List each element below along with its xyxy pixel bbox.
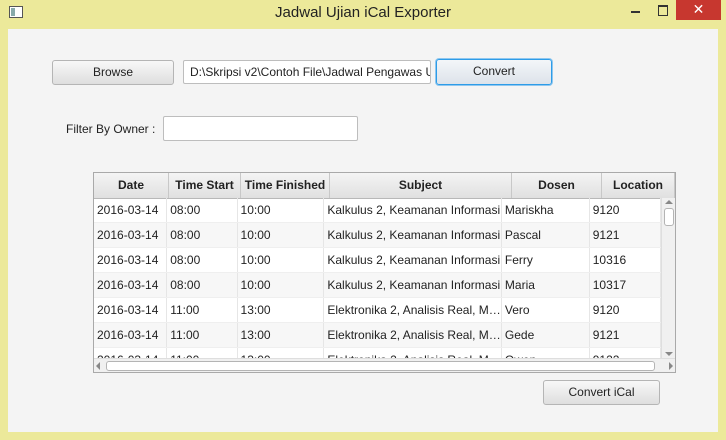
table-cell: 2016-03-14 <box>94 323 168 347</box>
scroll-right-icon[interactable] <box>669 362 673 370</box>
table-cell: Vero <box>502 298 590 322</box>
table-cell: Ferry <box>502 248 590 272</box>
table-cell: 13:00 <box>238 298 325 322</box>
table-cell: Kalkulus 2, Keamanan Informasi <box>324 248 502 272</box>
file-path-field[interactable]: D:\Skripsi v2\Contoh File\Jadwal Pengawa… <box>183 60 431 84</box>
table-cell: 10317 <box>590 273 661 297</box>
table-cell: 9120 <box>590 198 661 222</box>
table-cell: 2016-03-14 <box>94 198 168 222</box>
table-row[interactable]: 2016-03-1411:0013:00Elektronika 2, Anali… <box>94 348 661 358</box>
table-cell: 11:00 <box>167 298 238 322</box>
table-cell: 2016-03-14 <box>94 348 168 358</box>
table-cell: 13:00 <box>238 348 325 358</box>
table-cell: 11:00 <box>167 348 238 358</box>
main-panel: Browse D:\Skripsi v2\Contoh File\Jadwal … <box>8 29 718 432</box>
table-cell: Maria <box>502 273 590 297</box>
table-cell: 10:00 <box>238 248 325 272</box>
table-cell: Kalkulus 2, Keamanan Informasi <box>324 198 502 222</box>
minimize-icon[interactable] <box>620 0 650 22</box>
table-header: Date Time Start Time Finished Subject Do… <box>94 173 675 199</box>
table-cell: Owen <box>502 348 590 358</box>
table-cell: 2016-03-14 <box>94 298 168 322</box>
convert-button[interactable]: Convert <box>436 59 552 85</box>
close-icon[interactable]: ✕ <box>676 0 721 20</box>
table-cell: Gede <box>502 323 590 347</box>
table-cell: 10316 <box>590 248 661 272</box>
table-row[interactable]: 2016-03-14 08:00 10:00 Kalkulus 2, Keamanan… <box>94 198 661 223</box>
table-cell: 13:00 <box>238 323 325 347</box>
table-row[interactable]: 2016-03-14 08:00 10:00 Kalkulus 2, Keamanan… <box>94 273 661 298</box>
table-cell: 2016-03-14 <box>94 223 168 247</box>
table-cell: 08:00 <box>167 223 238 247</box>
table-row[interactable]: 2016-03-1411:0013:00Elektronika 2, Anali… <box>94 298 661 323</box>
browse-button[interactable]: Browse <box>52 60 174 85</box>
vertical-scrollbar[interactable] <box>661 198 675 358</box>
scroll-down-icon[interactable] <box>665 352 673 356</box>
table-row[interactable]: 2016-03-14 08:00 10:00 Kalkulus 2, Keamanan… <box>94 223 661 248</box>
table-cell: Kalkulus 2, Keamanan Informasi <box>324 223 502 247</box>
table-body: 2016-03-14 08:00 10:00 Kalkulus 2, Keamanan… <box>94 198 661 358</box>
filter-by-owner-label: Filter By Owner : <box>66 122 156 136</box>
title-bar: Jadwal Ujian iCal Exporter ✕ <box>0 0 726 28</box>
table-cell: Elektronika 2, Analisis Real, Matematika <box>324 348 502 358</box>
horizontal-scrollbar[interactable] <box>94 358 675 372</box>
table-cell: 9121 <box>590 323 661 347</box>
table-cell: 10:00 <box>238 223 325 247</box>
table-cell: Mariskha <box>502 198 590 222</box>
filter-by-owner-input[interactable] <box>163 116 358 141</box>
table-cell: 08:00 <box>167 273 238 297</box>
window-title: Jadwal Ujian iCal Exporter <box>275 4 451 21</box>
table-cell: 2016-03-14 <box>94 273 168 297</box>
table-cell: 9120 <box>590 298 661 322</box>
column-header-location[interactable]: Location <box>602 173 675 198</box>
table-cell: 9121 <box>590 223 661 247</box>
column-header-time-finished[interactable]: Time Finished <box>241 173 330 198</box>
table-cell: 10:00 <box>238 273 325 297</box>
maximize-icon[interactable] <box>650 0 676 22</box>
convert-ical-button[interactable]: Convert iCal <box>543 380 660 405</box>
column-header-time-start[interactable]: Time Start <box>169 173 241 198</box>
table-cell: Elektronika 2, Analisis Real, Matematika <box>324 298 502 322</box>
scroll-up-icon[interactable] <box>665 200 673 204</box>
table-cell: Pascal <box>502 223 590 247</box>
table-cell: 08:00 <box>167 248 238 272</box>
schedule-table[interactable]: Date Time Start Time Finished Subject Do… <box>93 172 676 373</box>
table-cell: 2016-03-14 <box>94 248 168 272</box>
column-header-subject[interactable]: Subject <box>330 173 512 198</box>
table-row[interactable]: 2016-03-1411:0013:00Elektronika 2, Anali… <box>94 323 661 348</box>
vertical-scroll-thumb[interactable] <box>664 208 674 226</box>
column-header-date[interactable]: Date <box>94 173 169 198</box>
column-header-dosen[interactable]: Dosen <box>512 173 602 198</box>
table-cell: 11:00 <box>167 323 238 347</box>
table-cell: Elektronika 2, Analisis Real, Matematika <box>324 323 502 347</box>
table-cell: 10:00 <box>238 198 325 222</box>
table-cell: 08:00 <box>167 198 238 222</box>
horizontal-scroll-thumb[interactable] <box>106 361 655 371</box>
scroll-left-icon[interactable] <box>96 362 100 370</box>
table-row[interactable]: 2016-03-14 08:00 10:00 Kalkulus 2, Keamanan… <box>94 248 661 273</box>
table-cell: Kalkulus 2, Keamanan Informasi <box>324 273 502 297</box>
table-cell: 9122 <box>590 348 661 358</box>
